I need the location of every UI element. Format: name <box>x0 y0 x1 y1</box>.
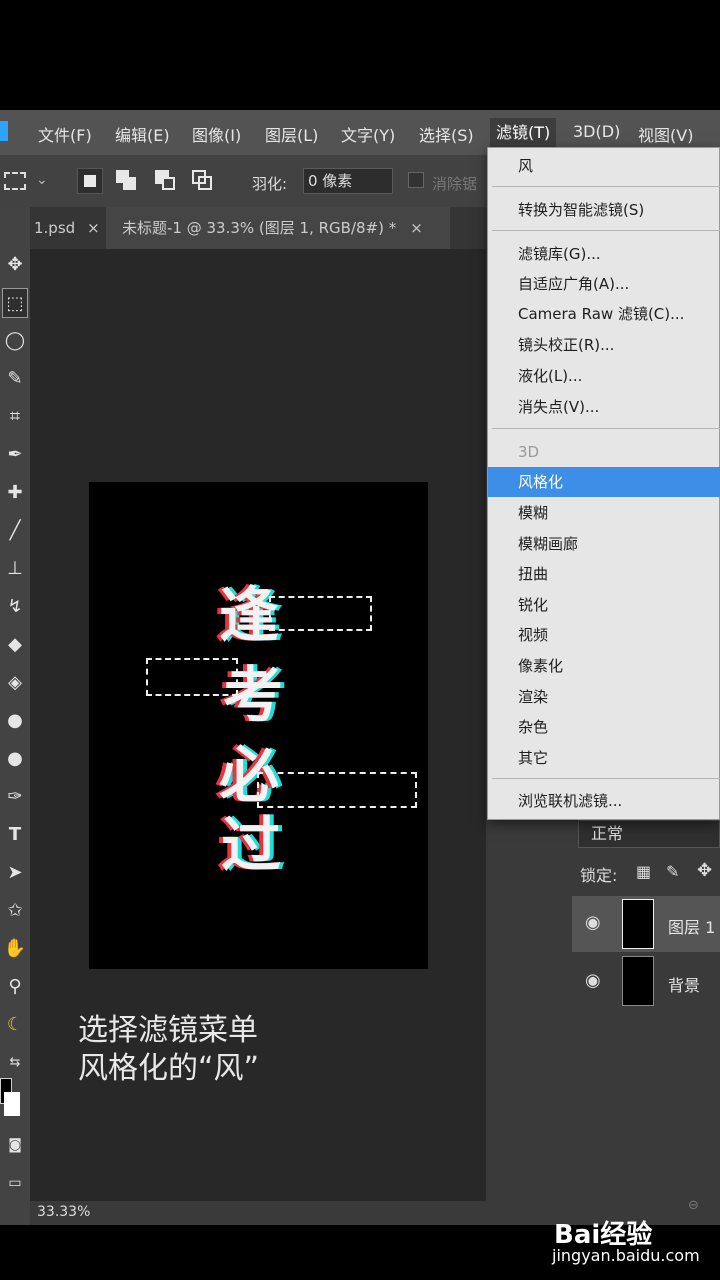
intersect-selection-icon[interactable] <box>190 168 216 194</box>
menu-item-distort[interactable]: 扭曲 <box>488 559 720 589</box>
layer-name[interactable]: 背景 <box>668 972 700 996</box>
blur-tool-icon[interactable]: ● <box>2 706 28 736</box>
shape-tool-icon[interactable]: ✩ <box>2 896 28 926</box>
menu-edit[interactable]: 编辑(E) <box>115 122 170 146</box>
background-color-swatch[interactable] <box>4 1092 20 1116</box>
banana-icon: ☾ <box>6 1014 24 1035</box>
caption-line-2: 风格化的“风” <box>78 1051 260 1086</box>
eye-icon[interactable]: ◉ <box>585 970 601 991</box>
menu-item-last-filter[interactable]: 风 <box>488 151 720 181</box>
menu-separator <box>492 230 720 231</box>
swap-colors-icon[interactable]: ⇆ <box>2 1048 28 1078</box>
antialias-checkbox[interactable] <box>408 172 424 188</box>
menu-filter[interactable]: 滤镜(T) <box>490 118 557 148</box>
selection-marquee[interactable] <box>269 596 372 631</box>
feather-label: 羽化: <box>252 175 288 193</box>
menu-item-stylize[interactable]: 风格化 <box>488 467 720 497</box>
menu-separator <box>492 428 720 429</box>
close-icon[interactable]: × <box>87 219 100 237</box>
menu-separator <box>492 186 720 187</box>
menu-item-adaptive-wide-angle[interactable]: 自适应广角(A)... <box>488 269 720 299</box>
move-tool-icon[interactable]: ✥ <box>2 250 28 280</box>
screen-mode-icon[interactable]: ▭ <box>2 1168 28 1198</box>
menu-item-lens-correction[interactable]: 镜头校正(R)... <box>488 330 720 360</box>
menu-item-vanishing-point[interactable]: 消失点(V)... <box>488 392 720 422</box>
menu-select[interactable]: 选择(S) <box>419 122 474 146</box>
menu-item-camera-raw[interactable]: Camera Raw 滤镜(C)... <box>488 299 720 329</box>
menu-item-filter-gallery[interactable]: 滤镜库(G)... <box>488 239 720 269</box>
path-selection-tool-icon[interactable]: ➤ <box>2 858 28 888</box>
pen-tool-icon[interactable]: ✑ <box>2 782 28 812</box>
menu-separator <box>492 778 720 779</box>
quick-mask-icon[interactable]: ◙ <box>2 1130 28 1160</box>
hand-tool-icon[interactable]: ✋ <box>2 934 28 964</box>
antialias-label: 消除锯 <box>432 175 478 193</box>
dodge-tool-icon[interactable]: ● <box>2 744 28 774</box>
ps-logo-icon <box>0 121 8 141</box>
menu-item-noise[interactable]: 杂色 <box>488 712 720 742</box>
menu-layer[interactable]: 图层(L) <box>265 122 318 146</box>
add-selection-icon[interactable] <box>114 168 140 194</box>
tab-previous-document[interactable]: 1.psd × <box>30 207 105 249</box>
eye-icon[interactable]: ◉ <box>585 912 601 933</box>
tab-label: 1.psd <box>34 219 76 237</box>
menu-item-3d: 3D <box>518 443 540 461</box>
menu-3d[interactable]: 3D(D) <box>573 122 620 141</box>
layer-thumbnail <box>622 956 654 1006</box>
menu-item-pixelate[interactable]: 像素化 <box>488 651 720 681</box>
tab-label: 未标题-1 @ 33.3% (图层 1, RGB/8#) * <box>122 219 397 237</box>
menu-item-liquify[interactable]: 液化(L)... <box>488 361 720 391</box>
menu-item-video[interactable]: 视频 <box>488 620 720 650</box>
history-brush-tool-icon[interactable]: ↯ <box>2 592 28 622</box>
status-bar <box>30 1201 486 1225</box>
rectangular-marquee-tool-icon[interactable]: ⬚ <box>2 288 28 318</box>
menu-item-blur-gallery[interactable]: 模糊画廊 <box>488 529 720 559</box>
eraser-tool-icon[interactable]: ◆ <box>2 630 28 660</box>
tab-active-document[interactable]: 未标题-1 @ 33.3% (图层 1, RGB/8#) * × <box>106 207 450 249</box>
lock-position-icon[interactable]: ✥ <box>697 860 712 881</box>
menu-view[interactable]: 视图(V) <box>638 122 693 146</box>
quick-select-tool-icon[interactable]: ✎ <box>2 364 28 394</box>
artwork-char-4: 过 <box>221 811 281 881</box>
selection-marquee[interactable] <box>146 658 238 696</box>
menu-item-blur[interactable]: 模糊 <box>488 498 720 528</box>
menu-file[interactable]: 文件(F) <box>38 122 92 146</box>
layer-name[interactable]: 图层 1 <box>668 914 715 938</box>
menu-item-browse-online[interactable]: 浏览联机滤镜... <box>488 786 720 816</box>
menu-image[interactable]: 图像(I) <box>192 122 241 146</box>
lock-pixels-icon[interactable]: ▦ <box>636 862 651 881</box>
close-icon[interactable]: × <box>410 219 423 237</box>
menu-item-smart-filter[interactable]: 转换为智能滤镜(S) <box>488 195 720 225</box>
brush-tool-icon[interactable]: ╱ <box>2 516 28 546</box>
menu-item-sharpen[interactable]: 锐化 <box>488 590 720 620</box>
marquee-preset-icon[interactable] <box>4 172 26 190</box>
watermark-url: jingyan.baidu.com <box>552 1246 700 1265</box>
lock-label: 锁定: <box>580 866 618 885</box>
clone-stamp-tool-icon[interactable]: ⊥ <box>2 554 28 584</box>
zoom-tool-icon[interactable]: ⚲ <box>2 972 28 1002</box>
zoom-level[interactable]: 33.33% <box>37 1204 90 1220</box>
tutorial-caption: 选择滤镜菜单 风格化的“风” <box>78 1012 259 1088</box>
lasso-tool-icon[interactable]: ◯ <box>2 326 28 356</box>
selection-marquee[interactable] <box>257 772 417 808</box>
feather-input[interactable]: 0 像素 <box>303 168 393 194</box>
eyedropper-tool-icon[interactable]: ✒ <box>2 440 28 470</box>
layer-thumbnail <box>622 899 654 949</box>
new-selection-icon[interactable] <box>77 168 103 194</box>
blend-mode-select[interactable]: 正常 <box>578 820 720 848</box>
type-tool-icon[interactable]: T <box>2 820 28 850</box>
healing-brush-tool-icon[interactable]: ✚ <box>2 478 28 508</box>
lock-brush-icon[interactable]: ✎ <box>666 862 679 881</box>
link-layers-icon[interactable]: ⊖ <box>688 1198 699 1213</box>
menu-type[interactable]: 文字(Y) <box>341 122 395 146</box>
document-canvas[interactable]: 逢 考 必 过 <box>89 482 428 969</box>
caption-line-1: 选择滤镜菜单 <box>78 1013 258 1048</box>
subtract-selection-icon[interactable] <box>153 168 179 194</box>
menu-item-render[interactable]: 渲染 <box>488 682 720 712</box>
chevron-down-icon[interactable]: ⌄ <box>36 172 48 188</box>
menu-item-other[interactable]: 其它 <box>488 743 720 773</box>
crop-tool-icon[interactable]: ⌗ <box>2 402 28 432</box>
gradient-tool-icon[interactable]: ◈ <box>2 668 28 698</box>
top-letterbox <box>0 0 720 110</box>
